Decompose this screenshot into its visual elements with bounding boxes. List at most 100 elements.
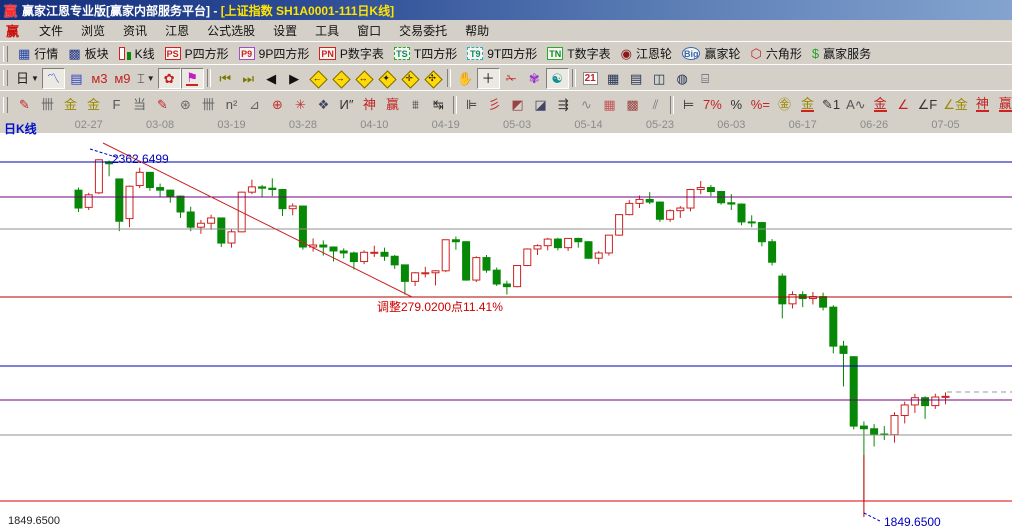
candle[interactable]: [432, 271, 439, 273]
pencil2-tool[interactable]: ✎: [151, 94, 174, 115]
t-square-button[interactable]: TST四方形: [394, 45, 457, 62]
menu-item-交易委托[interactable]: 交易委托: [390, 20, 456, 41]
menu-item-文件[interactable]: 文件: [30, 20, 72, 41]
candle[interactable]: [463, 242, 470, 280]
gann-circle-tool[interactable]: ⊛: [174, 94, 197, 115]
goto-end-button[interactable]: ⏭: [237, 68, 260, 89]
ying-line-tool[interactable]: 赢: [994, 94, 1012, 115]
gold-angle-tool[interactable]: ∠金: [940, 94, 971, 115]
f-grid-tool[interactable]: F: [105, 94, 128, 115]
candle[interactable]: [656, 202, 663, 219]
p-square-button[interactable]: PSP四方形: [165, 45, 229, 62]
candle[interactable]: [157, 188, 164, 191]
candle[interactable]: [534, 246, 541, 249]
nine-p-square-button[interactable]: P99P四方形: [239, 45, 310, 62]
candle[interactable]: [493, 270, 500, 284]
notebook-button[interactable]: ▤: [625, 68, 648, 89]
crosshair-circle-tool[interactable]: ⊕: [266, 94, 289, 115]
candle[interactable]: [942, 396, 949, 397]
menu-item-窗口[interactable]: 窗口: [348, 20, 390, 41]
candle[interactable]: [585, 242, 592, 259]
candle[interactable]: [412, 273, 419, 282]
candle[interactable]: [697, 188, 704, 190]
percent-line-tool[interactable]: %=: [748, 94, 773, 115]
candle[interactable]: [289, 206, 296, 209]
candle[interactable]: [116, 179, 123, 221]
candle[interactable]: [361, 252, 368, 261]
candle[interactable]: [728, 203, 735, 204]
quotes-button[interactable]: ▦行情: [18, 45, 58, 62]
candle[interactable]: [575, 238, 582, 241]
gann-wheel-button[interactable]: ◉江恩轮: [621, 45, 672, 62]
candle[interactable]: [401, 265, 408, 282]
candle[interactable]: [687, 190, 694, 209]
red-grid-filled-tool[interactable]: ▩: [621, 94, 644, 115]
candle[interactable]: [350, 253, 357, 262]
candle[interactable]: [636, 199, 643, 203]
fan-box-filled-tool[interactable]: ◪: [529, 94, 552, 115]
candle[interactable]: [779, 276, 786, 304]
zoom-all-diamond[interactable]: ✛: [398, 68, 421, 89]
zoom-left-diamond[interactable]: ←: [306, 68, 329, 89]
candle[interactable]: [830, 307, 837, 346]
candle[interactable]: [381, 252, 388, 256]
cut-tool-button[interactable]: ✁: [500, 68, 523, 89]
titlebar[interactable]: 赢 赢家江恩专业版[赢家内部服务平台] - [上证指数 SH1A0001-111…: [0, 0, 1012, 20]
candle[interactable]: [259, 187, 266, 188]
red-grid-tool[interactable]: ▦: [598, 94, 621, 115]
menu-item-江恩[interactable]: 江恩: [156, 20, 198, 41]
candle[interactable]: [595, 253, 602, 258]
n2-grid-tool[interactable]: n²: [220, 94, 243, 115]
winner-wheel-button[interactable]: Big赢家轮: [682, 45, 741, 62]
kline-chart[interactable]: 2362.6499调整279.0200点11.41%1849.65001849.…: [0, 133, 1012, 528]
candle[interactable]: [748, 222, 755, 223]
flag-filter-button[interactable]: ⚑: [181, 68, 204, 89]
ornament-tool-button[interactable]: ✾: [523, 68, 546, 89]
zoom-diagonal-diamond[interactable]: ✦: [375, 68, 398, 89]
candle[interactable]: [371, 252, 378, 253]
percent-tool[interactable]: %: [725, 94, 748, 115]
candle[interactable]: [391, 256, 398, 265]
candle[interactable]: [197, 223, 204, 227]
parallel-lines-tool[interactable]: ⫽: [644, 94, 667, 115]
candle[interactable]: [738, 204, 745, 222]
fan-box-tool[interactable]: ◩: [506, 94, 529, 115]
candle[interactable]: [565, 238, 572, 247]
page-right-button[interactable]: ▶: [283, 68, 306, 89]
candle[interactable]: [167, 190, 174, 196]
candle[interactable]: [667, 211, 674, 220]
red-angle-tool[interactable]: ∠: [892, 94, 915, 115]
pencil-tool[interactable]: ✎: [13, 94, 36, 115]
lines-box-tool[interactable]: ⊫: [460, 94, 483, 115]
candle[interactable]: [208, 218, 215, 223]
candle[interactable]: [452, 240, 459, 242]
candle[interactable]: [677, 208, 684, 211]
gold-underline-tool[interactable]: 金: [869, 94, 892, 115]
candle-style-dropdown[interactable]: ⌶▼: [134, 68, 158, 89]
candle[interactable]: [922, 398, 929, 406]
wave-a-tool[interactable]: A∿: [843, 94, 869, 115]
calculator-button[interactable]: ▦: [602, 68, 625, 89]
chart-area[interactable]: 2362.6499调整279.0200点11.41%1849.65001849.…: [0, 133, 1012, 528]
candle[interactable]: [605, 235, 612, 253]
shen-grid-tool[interactable]: 神: [358, 94, 381, 115]
date-axis[interactable]: 02-2703-0803-1903-2804-1004-1905-0305-14…: [0, 117, 1012, 134]
candle[interactable]: [75, 190, 82, 208]
f-angle-tool[interactable]: ∠F: [915, 94, 941, 115]
calendar-21-button[interactable]: 21: [579, 68, 602, 89]
spiral-grid-tool[interactable]: 当: [128, 94, 151, 115]
pattern-tool-button[interactable]: ✿: [158, 68, 181, 89]
candle[interactable]: [544, 239, 551, 246]
candle[interactable]: [422, 273, 429, 274]
candle[interactable]: [850, 357, 857, 426]
web-button[interactable]: ◍: [671, 68, 694, 89]
gold-line-tool[interactable]: 金: [796, 94, 819, 115]
zoom-star-diamond[interactable]: ✣: [421, 68, 444, 89]
gold-grid2-tool[interactable]: 金: [82, 94, 105, 115]
candle[interactable]: [320, 245, 327, 247]
candle[interactable]: [503, 284, 510, 287]
candle[interactable]: [187, 212, 194, 227]
menu-item-设置[interactable]: 设置: [264, 20, 306, 41]
pencil-one-tool[interactable]: ✎1: [819, 94, 843, 115]
candle[interactable]: [554, 239, 561, 248]
